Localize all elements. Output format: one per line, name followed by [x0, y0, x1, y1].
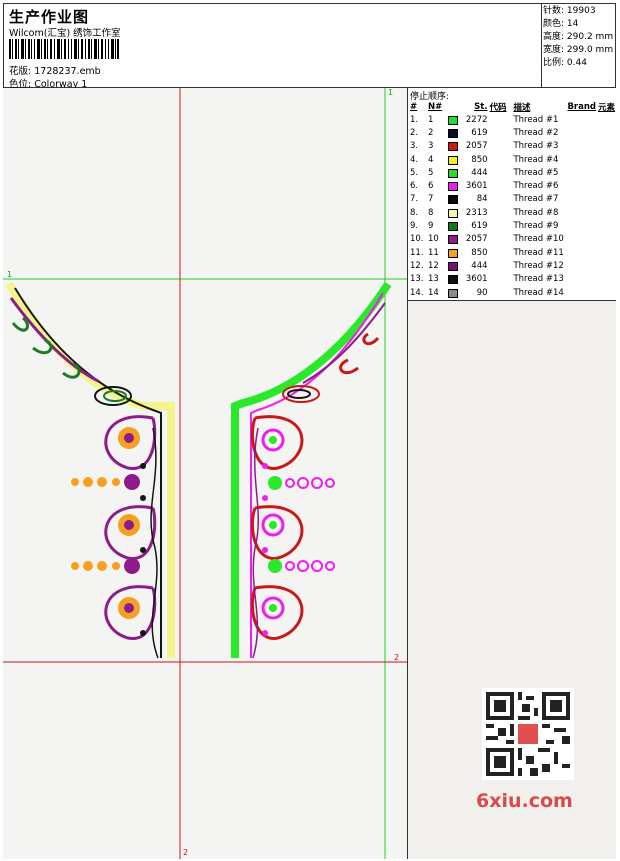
thread-color-swatch [447, 155, 458, 165]
thread-color-swatch [447, 182, 458, 192]
thread-sequence-panel: 停止顺序: # N# St. 代码 描述 Brand 元素 1. 1 2272 Thr… [408, 88, 616, 301]
thread-row: 7. 7 84 Thread #7 [410, 194, 559, 205]
qr-code-icon [482, 688, 574, 780]
thread-table: # N# St. 代码 描述 Brand 元素 1. 1 2272 Thread #1… [409, 100, 616, 299]
green-marker-top: 1 [388, 88, 394, 97]
thread-color-swatch [447, 222, 458, 232]
header-panel: 生产作业图 Wilcom(汇宝) 绣饰工作室 花版: 1728237.emb 色… [3, 3, 542, 90]
thread-row: 10. 10 2057 Thread #10 [410, 234, 564, 245]
thread-row: 6. 6 3601 Thread #6 [410, 181, 559, 192]
thread-color-swatch [447, 115, 458, 125]
thread-row: 9. 9 619 Thread #9 [410, 221, 559, 232]
thread-color-swatch [447, 248, 458, 258]
spec-stitches: 针数: 19903 [543, 6, 596, 16]
watermark-text: 6xiu.com [476, 790, 573, 812]
thread-color-swatch [447, 235, 458, 245]
spec-height: 高度: 290.2 mm [543, 32, 614, 42]
thread-row: 11. 11 850 Thread #11 [410, 247, 564, 258]
thread-row: 1. 1 2272 Thread #1 [410, 114, 559, 125]
thread-color-swatch [447, 275, 458, 285]
page-title: 生产作业图 [9, 8, 90, 26]
red-marker-right: 2 [394, 653, 400, 662]
barcode-icon [9, 39, 119, 59]
thread-row: 8. 8 2313 Thread #8 [410, 207, 559, 218]
embroidery-design [3, 88, 407, 859]
thread-table-header: # N# St. 代码 描述 Brand 元素 [410, 101, 615, 113]
design-file-row: 花版: 1728237.emb [9, 63, 101, 77]
spec-scale: 比例: 0.44 [543, 58, 587, 68]
thread-row: 2. 2 619 Thread #2 [410, 127, 559, 138]
thread-color-swatch [447, 168, 458, 178]
red-marker-bottom: 2 [183, 848, 189, 857]
thread-color-swatch [447, 142, 458, 152]
thread-row: 13. 13 3601 Thread #13 [410, 274, 564, 285]
right-flowers [261, 428, 335, 636]
company-name: Wilcom(汇宝) 绣饰工作室 [9, 28, 121, 39]
thread-color-swatch [447, 195, 458, 205]
right-neckline-motif [231, 281, 392, 659]
thread-row: 5. 5 444 Thread #5 [410, 167, 559, 178]
thread-row: 14. 14 90 Thread #14 [410, 287, 564, 298]
thread-color-swatch [447, 288, 458, 298]
thread-color-swatch [447, 261, 458, 271]
thread-row: 4. 4 850 Thread #4 [410, 154, 559, 165]
thread-row: 12. 12 444 Thread #12 [410, 260, 564, 271]
left-neckline-motif [5, 281, 175, 659]
spec-colors: 颜色: 14 [543, 19, 579, 29]
thread-color-swatch [447, 128, 458, 138]
specs-panel: 针数: 19903 颜色: 14 高度: 290.2 mm 宽度: 299.0 … [542, 3, 616, 88]
thread-color-swatch [447, 208, 458, 218]
thread-row: 3. 3 2057 Thread #3 [410, 141, 559, 152]
green-marker-left: 1 [7, 270, 13, 279]
spec-width: 宽度: 299.0 mm [543, 45, 614, 55]
design-canvas: 1 1 2 2 [3, 88, 408, 859]
